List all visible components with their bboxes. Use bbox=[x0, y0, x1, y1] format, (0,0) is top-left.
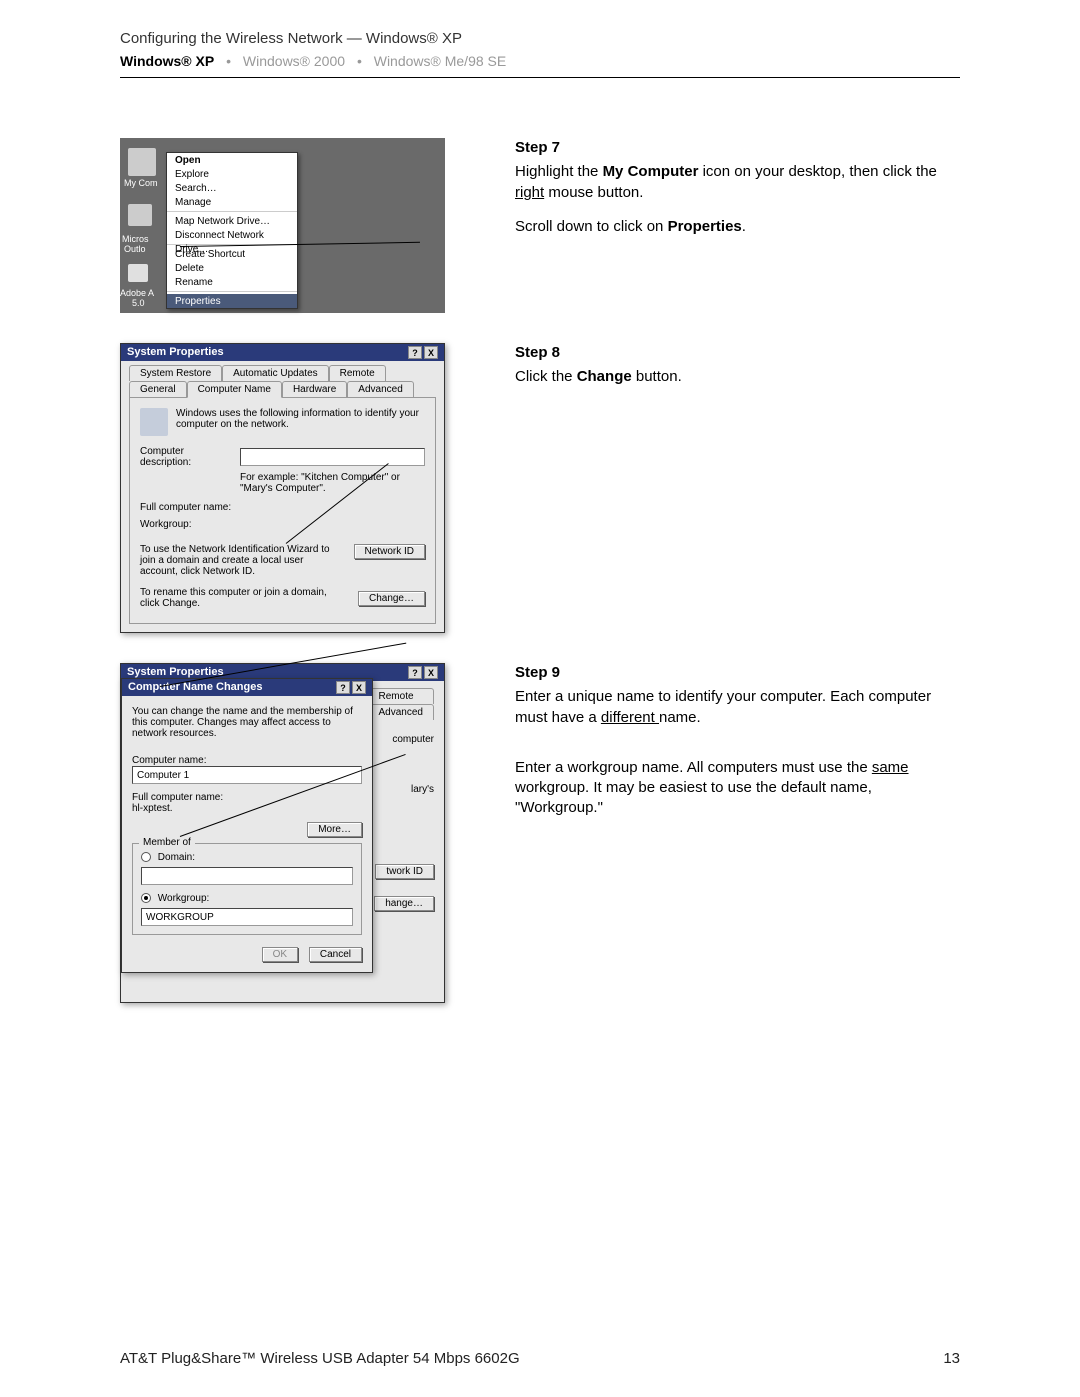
step9-title: Step 9 bbox=[515, 663, 960, 683]
tab-windows-xp: Windows® XP bbox=[120, 53, 214, 69]
menu-manage[interactable]: Manage bbox=[167, 195, 297, 209]
footer-product: AT&T Plug&Share™ Wireless USB Adapter 54… bbox=[120, 1350, 520, 1367]
menu-search[interactable]: Search… bbox=[167, 181, 297, 195]
change-button[interactable]: Change… bbox=[358, 591, 425, 606]
micros-label: Micros bbox=[122, 234, 149, 244]
tab-auto-updates[interactable]: Automatic Updates bbox=[222, 365, 329, 381]
menu-create-shortcut[interactable]: Create Shortcut bbox=[167, 247, 297, 261]
dialog-title: System Properties bbox=[127, 346, 224, 359]
page-header: Configuring the Wireless Network — Windo… bbox=[0, 0, 1080, 73]
workgroup-input[interactable] bbox=[141, 908, 353, 926]
help-icon[interactable]: ? bbox=[408, 666, 422, 679]
step7-row: My Com Micros Outlo Adobe A 5.0 Open Exp… bbox=[120, 138, 960, 313]
adobe2-label: 5.0 bbox=[132, 298, 145, 308]
step7-title: Step 7 bbox=[515, 138, 960, 158]
outlo-label: Outlo bbox=[124, 244, 146, 254]
step9-row: System Properties ? X Remote Advanced co… bbox=[120, 663, 960, 1003]
close-icon[interactable]: X bbox=[424, 666, 438, 679]
computer-icon bbox=[140, 408, 168, 436]
menu-rename[interactable]: Rename bbox=[167, 275, 297, 289]
system-properties-dialog: System Properties ? X System Restore Aut… bbox=[120, 343, 445, 633]
domain-label: Domain: bbox=[158, 852, 195, 863]
tab-windows-me98: Windows® Me/98 SE bbox=[374, 53, 506, 69]
help-icon[interactable]: ? bbox=[336, 681, 350, 694]
menu-explore[interactable]: Explore bbox=[167, 167, 297, 181]
tab-general[interactable]: General bbox=[129, 381, 187, 397]
tab-hardware[interactable]: Hardware bbox=[282, 381, 347, 397]
domain-radio[interactable] bbox=[141, 852, 151, 862]
desktop-context-screenshot: My Com Micros Outlo Adobe A 5.0 Open Exp… bbox=[120, 138, 445, 313]
menu-open[interactable]: Open bbox=[167, 153, 297, 167]
computer-description-input[interactable] bbox=[240, 448, 425, 466]
member-of-legend: Member of bbox=[139, 837, 195, 848]
tab-windows-2000: Windows® 2000 bbox=[243, 53, 345, 69]
menu-map-drive[interactable]: Map Network Drive… bbox=[167, 214, 297, 228]
context-menu: Open Explore Search… Manage Map Network … bbox=[166, 152, 298, 309]
close-icon[interactable]: X bbox=[352, 681, 366, 694]
dialog-title: Computer Name Changes bbox=[128, 681, 262, 694]
bg-text: computer bbox=[392, 734, 434, 745]
bg-network-id-button[interactable]: twork ID bbox=[375, 864, 434, 879]
more-button[interactable]: More… bbox=[307, 822, 362, 837]
bg-tab-remote[interactable]: Remote bbox=[368, 688, 434, 704]
tab-advanced[interactable]: Advanced bbox=[347, 381, 413, 397]
bg-text2: lary's bbox=[411, 784, 434, 795]
header-title: Configuring the Wireless Network — Windo… bbox=[120, 30, 960, 47]
tab-system-restore[interactable]: System Restore bbox=[129, 365, 222, 381]
page-footer: AT&T Plug&Share™ Wireless USB Adapter 54… bbox=[120, 1350, 960, 1367]
menu-properties[interactable]: Properties bbox=[167, 294, 297, 308]
computer-description-label: Computer description: bbox=[140, 446, 232, 468]
system-properties-bg: System Properties ? X Remote Advanced co… bbox=[120, 663, 445, 1003]
workgroup-radio[interactable] bbox=[141, 893, 151, 903]
tab-computer-name[interactable]: Computer Name bbox=[187, 381, 282, 398]
description-example: For example: "Kitchen Computer" or "Mary… bbox=[240, 472, 425, 494]
step7-text: Step 7 Highlight the My Computer icon on… bbox=[515, 138, 960, 313]
menu-disconnect-drive[interactable]: Disconnect Network Drive… bbox=[167, 228, 297, 242]
step8-text: Step 8 Click the Change button. bbox=[515, 343, 960, 633]
footer-page: 13 bbox=[943, 1350, 960, 1367]
workgroup-label: Workgroup: bbox=[140, 519, 425, 530]
step8-row: System Properties ? X System Restore Aut… bbox=[120, 343, 960, 633]
network-id-button[interactable]: Network ID bbox=[354, 544, 425, 559]
cnc-note: You can change the name and the membersh… bbox=[132, 706, 362, 739]
close-icon[interactable]: X bbox=[424, 346, 438, 359]
domain-input[interactable] bbox=[141, 867, 353, 885]
header-os-tabs: Windows® XP • Windows® 2000 • Windows® M… bbox=[120, 53, 960, 69]
cancel-button[interactable]: Cancel bbox=[309, 947, 362, 962]
computer-name-changes-dialog: Computer Name Changes ? X You can change… bbox=[121, 678, 373, 973]
help-icon[interactable]: ? bbox=[408, 346, 422, 359]
adobe-label: Adobe A bbox=[120, 288, 154, 298]
menu-delete[interactable]: Delete bbox=[167, 261, 297, 275]
member-of-group: Member of Domain: Workgroup: bbox=[132, 843, 362, 935]
change-text: To rename this computer or join a domain… bbox=[140, 587, 348, 609]
tab-remote[interactable]: Remote bbox=[329, 365, 386, 381]
network-id-text: To use the Network Identification Wizard… bbox=[140, 544, 344, 577]
step9-text: Step 9 Enter a unique name to identify y… bbox=[515, 663, 960, 1003]
full-computer-name-label: Full computer name: bbox=[140, 502, 425, 513]
computer-name-label: Computer name: bbox=[132, 755, 362, 766]
my-computer-label: My Com bbox=[124, 178, 158, 188]
bg-change-button[interactable]: hange… bbox=[374, 896, 434, 911]
step8-title: Step 8 bbox=[515, 343, 960, 363]
network-id-explain: Windows uses the following information t… bbox=[176, 408, 425, 436]
bg-tab-advanced[interactable]: Advanced bbox=[368, 704, 434, 720]
full-computer-name-label: Full computer name: bbox=[132, 792, 362, 803]
workgroup-label: Workgroup: bbox=[158, 893, 210, 904]
ok-button[interactable]: OK bbox=[262, 947, 298, 962]
